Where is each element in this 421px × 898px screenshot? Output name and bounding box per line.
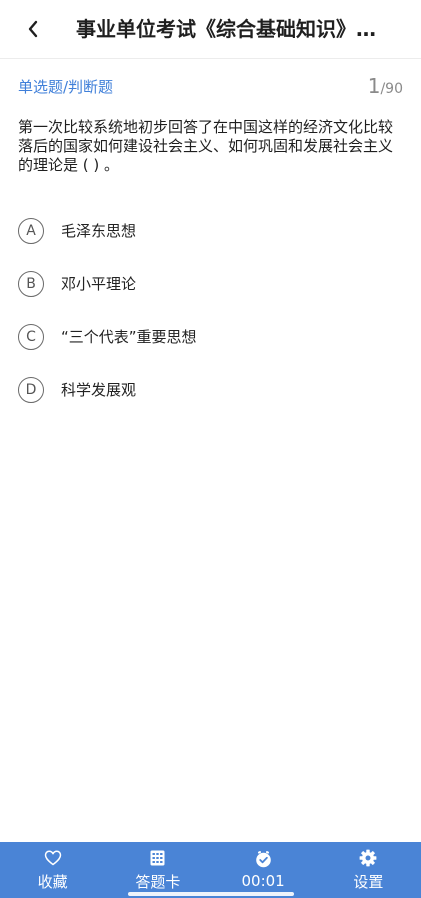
current-question-number: 1: [367, 74, 381, 98]
option-a[interactable]: A 毛泽东思想: [18, 204, 404, 257]
option-letter-badge: B: [18, 270, 44, 297]
option-text: “三个代表”重要思想: [61, 328, 197, 346]
answer-card-grid-icon: [149, 849, 167, 867]
option-b[interactable]: B 邓小平理论: [18, 257, 404, 310]
question-counter: 1/90: [368, 74, 403, 98]
question-type-label: 单选题/判断题: [18, 78, 114, 96]
option-text: 邓小平理论: [61, 275, 137, 293]
option-d[interactable]: D 科学发展观: [18, 363, 404, 416]
question-text: 第一次比较系统地初步回答了在中国这样的经济文化比较落后的国家如何建设社会主义、如…: [18, 118, 394, 174]
favorite-label: 收藏: [37, 872, 68, 891]
timer-check-icon: [254, 850, 272, 868]
back-button[interactable]: [18, 14, 48, 44]
answer-options: A 毛泽东思想 B 邓小平理论 C “三个代表”重要思想 D 科学发展观: [18, 204, 404, 416]
answer-card-label: 答题卡: [135, 872, 181, 891]
settings-label: 设置: [353, 872, 384, 891]
gear-icon: [359, 849, 377, 867]
bottom-toolbar: 收藏 答题卡 00:01 设置: [0, 842, 421, 898]
page-title: 事业单位考试《综合基础知识》…: [76, 17, 376, 41]
timer-label: 00:01: [241, 872, 285, 890]
total-question-count: 90: [385, 81, 403, 97]
option-text: 科学发展观: [61, 381, 137, 399]
timer-button[interactable]: 00:01: [211, 842, 316, 898]
option-c[interactable]: C “三个代表”重要思想: [18, 310, 404, 363]
answer-card-button[interactable]: 答题卡: [105, 842, 210, 898]
top-bar: 事业单位考试《综合基础知识》…: [0, 0, 421, 59]
settings-button[interactable]: 设置: [316, 842, 421, 898]
chevron-left-icon: [28, 20, 38, 38]
heart-icon: [44, 849, 62, 867]
option-letter-badge: C: [18, 323, 44, 350]
option-letter-badge: A: [18, 217, 44, 244]
option-letter-badge: D: [18, 376, 44, 403]
favorite-button[interactable]: 收藏: [0, 842, 105, 898]
option-text: 毛泽东思想: [61, 222, 137, 240]
home-indicator: [128, 892, 294, 896]
